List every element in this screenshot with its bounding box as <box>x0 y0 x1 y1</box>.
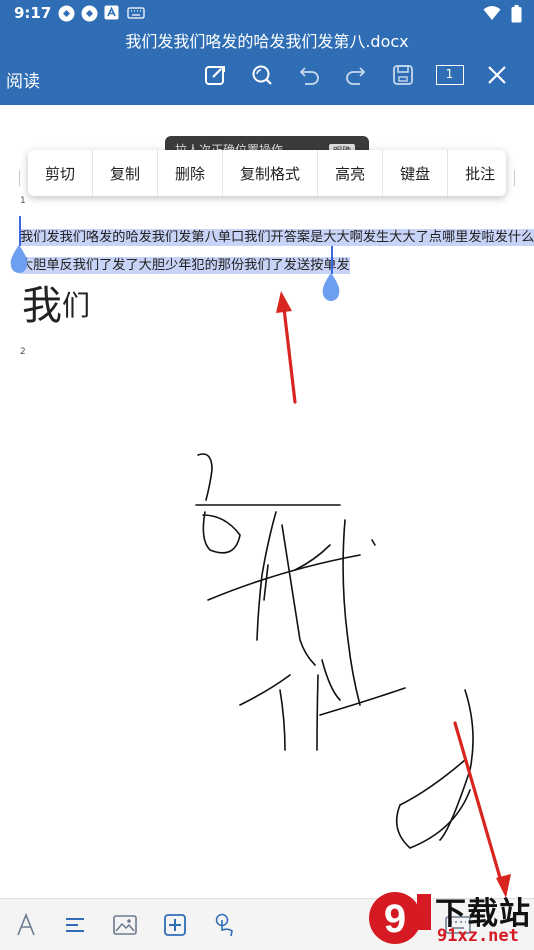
menu-item-copy[interactable]: 复制 <box>93 150 159 196</box>
watermark-url: 91xz.net <box>437 926 519 946</box>
menu-item-keyboard[interactable]: 键盘 <box>383 150 449 196</box>
image-icon <box>113 915 137 935</box>
paragraph-align-icon <box>66 918 84 932</box>
site-watermark: 9 下载站 91xz.net <box>365 886 534 950</box>
watermark-logo-text: 9 <box>384 897 406 941</box>
insert-button[interactable] <box>161 911 189 939</box>
text-context-menu: 剪切 复制 删除 复制格式 高亮 键盘 批注 <box>28 150 506 196</box>
touch-mode-button[interactable] <box>211 911 239 939</box>
menu-item-copy-format[interactable]: 复制格式 <box>223 150 319 196</box>
menu-item-delete[interactable]: 删除 <box>158 150 224 196</box>
menu-item-comment[interactable]: 批注 <box>448 150 506 196</box>
watermark-logo-icon: 9 <box>369 892 431 944</box>
plus-box-icon <box>164 914 186 936</box>
touch-hand-icon <box>215 913 233 937</box>
paragraph-button[interactable] <box>61 911 89 939</box>
menu-item-cut[interactable]: 剪切 <box>28 150 94 196</box>
menu-item-highlight[interactable]: 高亮 <box>318 150 384 196</box>
font-icon <box>17 913 35 936</box>
insert-image-button[interactable] <box>111 911 139 939</box>
text-style-button[interactable] <box>12 911 40 939</box>
